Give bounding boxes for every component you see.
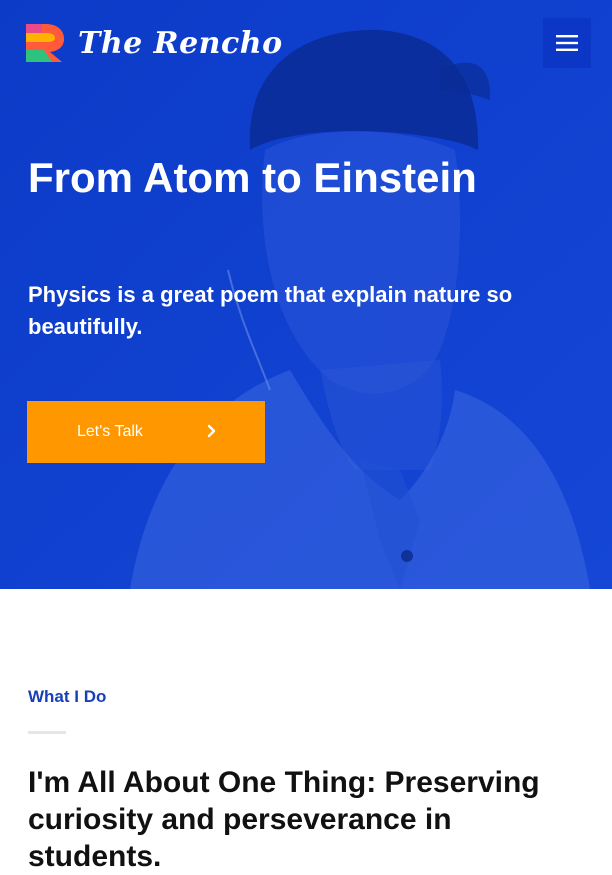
what-i-do-section: What I Do I'm All About One Thing: Prese… <box>0 589 612 873</box>
menu-button[interactable] <box>543 18 591 68</box>
site-logo[interactable]: The Rencho <box>22 20 283 66</box>
chevron-right-icon <box>207 424 216 438</box>
section-heading: I'm All About One Thing: Preserving curi… <box>28 766 540 873</box>
section-divider <box>28 731 66 734</box>
hero-title: From Atom to Einstein <box>28 154 477 201</box>
site-header: The Rencho <box>0 0 612 88</box>
hero-subtitle: Physics is a great poem that explain nat… <box>28 282 513 339</box>
rencho-logo-icon <box>26 24 64 62</box>
lets-talk-label: Let's Talk <box>77 423 143 440</box>
section-label: What I Do <box>28 687 107 706</box>
logo-text: The Rencho <box>78 25 283 61</box>
hero-section: The Rencho From Atom to Einstein Physics… <box>0 0 612 589</box>
hamburger-menu-icon <box>556 35 578 51</box>
lets-talk-button[interactable]: Let's Talk <box>27 401 265 463</box>
